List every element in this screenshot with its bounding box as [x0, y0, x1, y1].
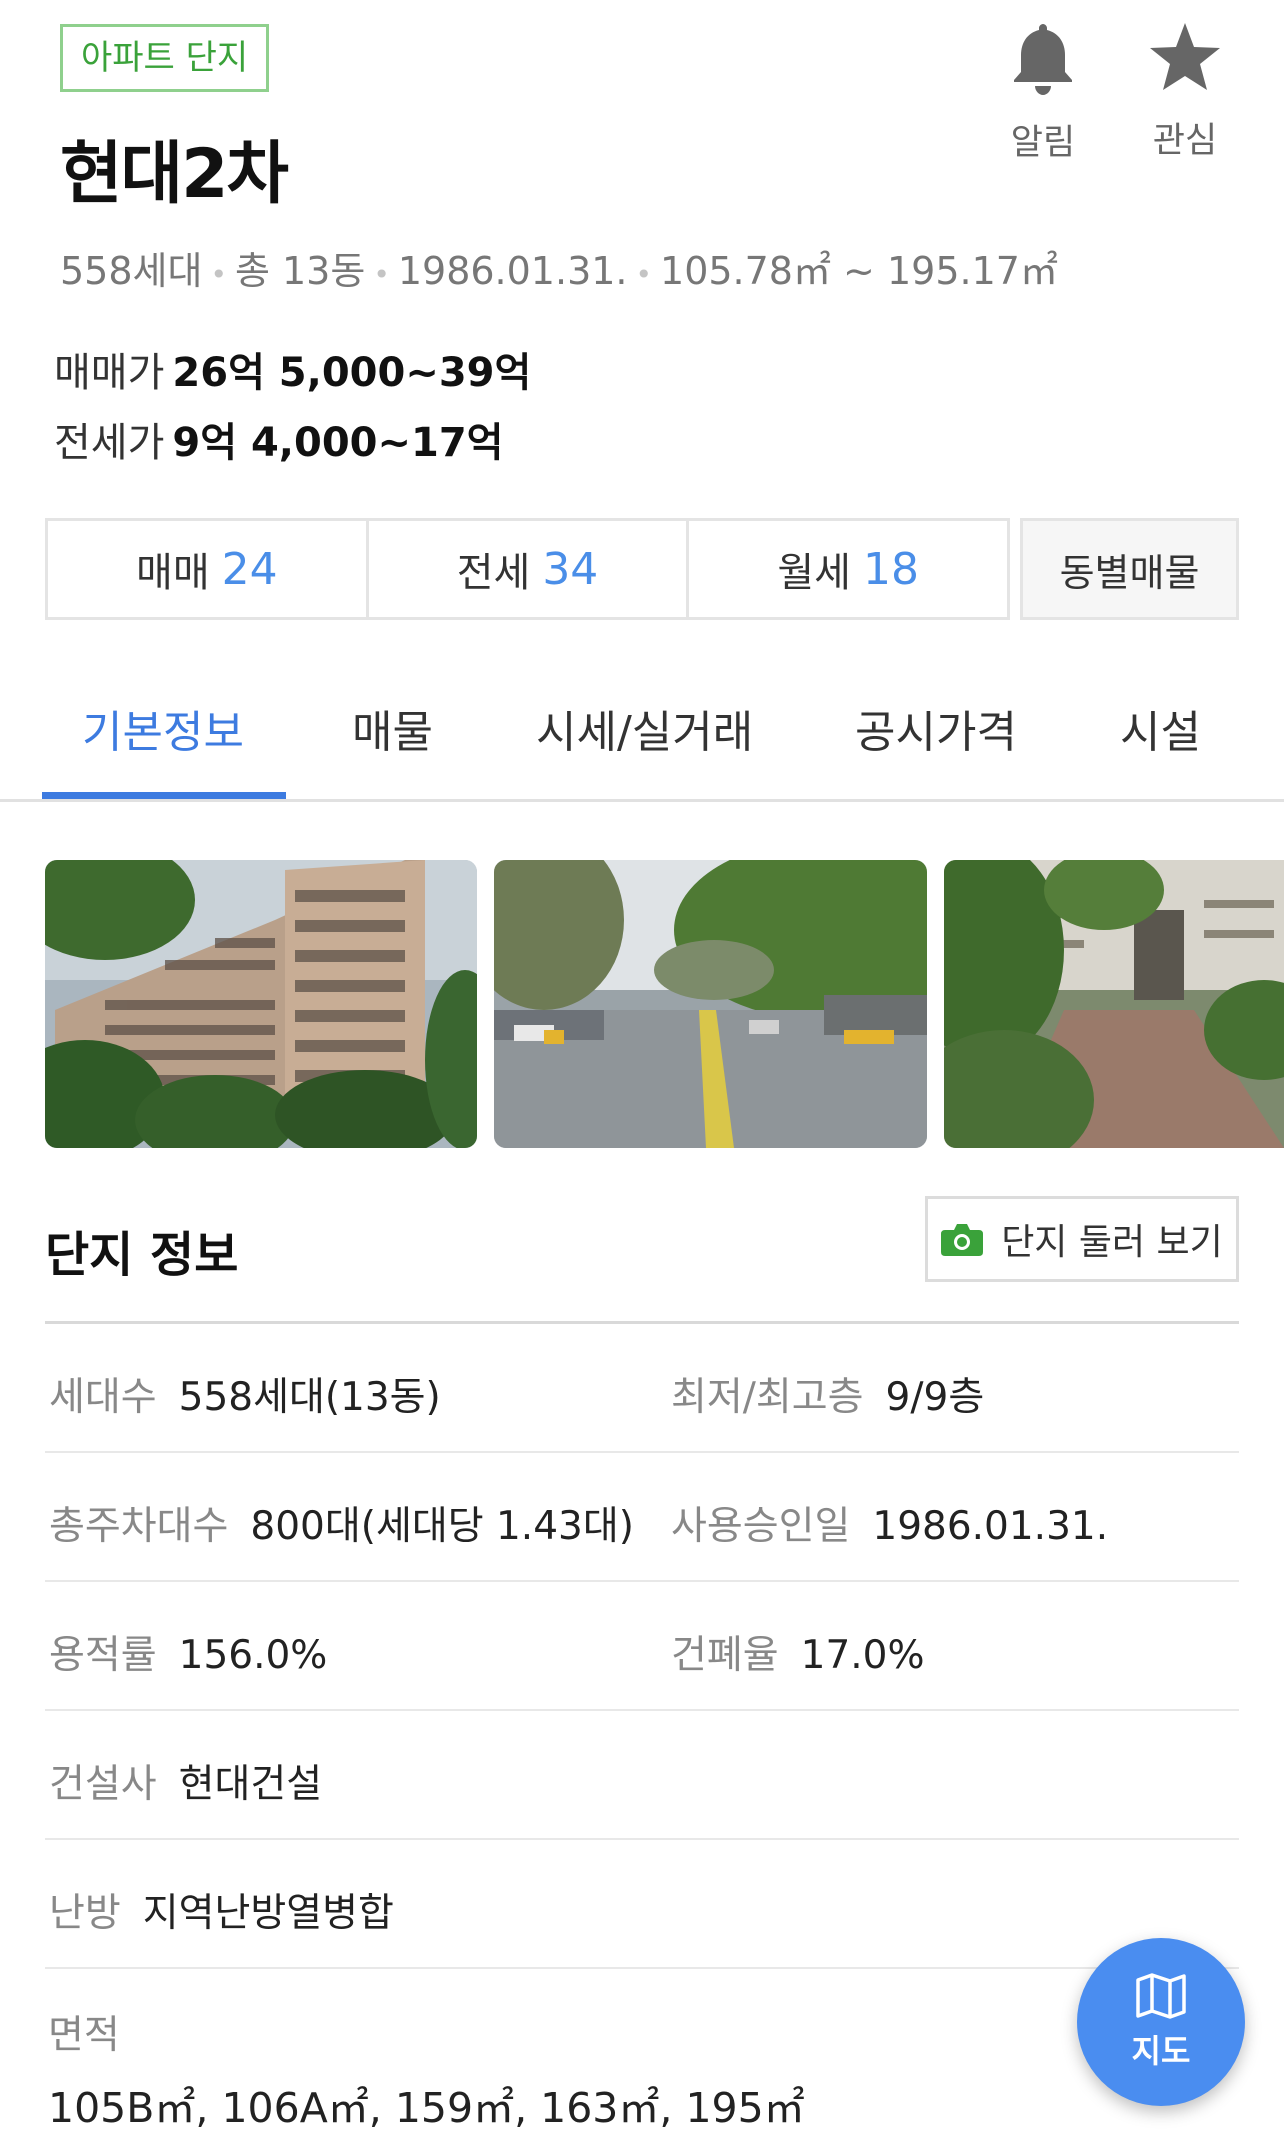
info-row: 건설사 현대건설	[45, 1711, 1239, 1840]
camera-icon	[941, 1224, 984, 1256]
deal-tab-label: 월세	[777, 550, 851, 596]
info-value: 17.0%	[800, 1633, 925, 1678]
info-floors: 최저/최고층 9/9층	[671, 1366, 984, 1422]
info-area-label: 면적	[48, 2013, 120, 2058]
sale-price: 매매가 26억 5,000~39억	[54, 340, 531, 398]
property-type-badge: 아파트 단지	[60, 24, 270, 92]
info-key: 최저/최고층	[671, 1375, 864, 1420]
separator-dot: •	[210, 258, 227, 291]
lease-price-value: 9억 4,000~17억	[172, 420, 504, 466]
listings-by-building-button[interactable]: 동별매물	[1020, 518, 1239, 620]
map-button-label: 지도	[1131, 2032, 1191, 2070]
info-row: 용적률 156.0% 건폐율 17.0%	[45, 1582, 1239, 1711]
info-key: 세대수	[49, 1375, 157, 1420]
complex-photo-building[interactable]	[45, 860, 477, 1148]
lease-price: 전세가 9억 4,000~17억	[54, 410, 503, 468]
info-heating: 난방 지역난방열병합	[49, 1882, 394, 1938]
walkway-photo	[944, 860, 1284, 1148]
complex-info-heading: 단지 정보	[45, 1227, 239, 1283]
tab-basic-info[interactable]: 기본정보	[82, 696, 244, 760]
complex-photo-entrance-road[interactable]	[494, 860, 927, 1148]
info-area-value: 105B㎡, 106A㎡, 159㎡, 163㎡, 195㎡	[48, 2084, 805, 2131]
info-key: 건폐율	[671, 1633, 779, 1678]
section-nav-tabs: 기본정보 매물 시세/실거래 공시가격 시설	[0, 670, 1284, 802]
star-icon	[1150, 23, 1220, 90]
deal-tab-count: 24	[221, 543, 278, 595]
info-row: 총주차대수 800대(세대당 1.43대) 사용승인일 1986.01.31.	[45, 1453, 1239, 1582]
tab-official-price[interactable]: 공시가격	[855, 696, 1017, 760]
deal-tab-count: 18	[862, 543, 919, 595]
favorite-label: 관심	[1152, 121, 1218, 161]
favorite-button[interactable]: 관심	[1130, 20, 1240, 163]
bell-icon	[1014, 24, 1072, 95]
tab-price-transactions[interactable]: 시세/실거래	[536, 696, 753, 760]
sale-price-value: 26억 5,000~39억	[172, 350, 532, 396]
deal-tab-count: 34	[542, 543, 599, 595]
summary-households: 558세대	[60, 249, 203, 293]
info-builder: 건설사 현대건설	[49, 1753, 322, 1809]
info-value: 800대(세대당 1.43대)	[250, 1504, 634, 1549]
map-button[interactable]: 지도	[1077, 1938, 1245, 2106]
road-photo	[494, 860, 927, 1148]
info-households: 세대수 558세대(13동)	[49, 1366, 441, 1422]
info-row: 난방 지역난방열병합	[45, 1840, 1239, 1969]
complex-tour-button[interactable]: 단지 둘러 보기	[925, 1196, 1239, 1282]
complex-tour-label: 단지 둘러 보기	[1001, 1222, 1223, 1263]
summary-area-range: 105.78㎡ ~ 195.17㎡	[660, 249, 1058, 293]
deal-type-tabs: 매매 24 전세 34 월세 18	[45, 518, 1010, 620]
info-key: 난방	[49, 1891, 121, 1936]
separator-dot: •	[635, 258, 653, 291]
info-approval-date: 사용승인일 1986.01.31.	[671, 1495, 1108, 1551]
info-parking: 총주차대수 800대(세대당 1.43대)	[49, 1495, 634, 1551]
info-value: 558세대(13동)	[178, 1375, 441, 1420]
deal-tab-lease[interactable]: 전세 34	[369, 521, 690, 617]
info-value: 지역난방열병합	[142, 1891, 394, 1936]
alarm-label: 알림	[1010, 123, 1076, 163]
building-photo	[45, 860, 477, 1148]
info-value: 9/9층	[885, 1375, 985, 1420]
alarm-button[interactable]: 알림	[988, 20, 1098, 165]
deal-tab-label: 매매	[136, 550, 210, 596]
tab-facilities[interactable]: 시설	[1120, 696, 1201, 760]
sale-price-label: 매매가	[54, 350, 165, 396]
deal-tab-sale[interactable]: 매매 24	[48, 521, 369, 617]
info-key: 사용승인일	[671, 1504, 851, 1549]
info-building-coverage: 건폐율 17.0%	[671, 1624, 925, 1680]
info-key: 건설사	[49, 1762, 157, 1807]
info-key: 총주차대수	[49, 1504, 229, 1549]
complex-title: 현대2차	[60, 135, 289, 214]
info-floor-area-ratio: 용적률 156.0%	[49, 1624, 327, 1680]
info-value: 156.0%	[178, 1633, 328, 1678]
active-tab-indicator	[42, 792, 286, 799]
info-key: 용적률	[49, 1633, 157, 1678]
separator-dot: •	[373, 258, 390, 291]
summary-buildings: 총 13동	[234, 249, 366, 293]
tab-listings[interactable]: 매물	[352, 696, 433, 760]
info-row: 세대수 558세대(13동) 최저/최고층 9/9층	[45, 1324, 1239, 1453]
deal-tab-monthly[interactable]: 월세 18	[689, 521, 1007, 617]
summary-approval-date: 1986.01.31.	[397, 249, 628, 293]
info-value: 1986.01.31.	[872, 1504, 1109, 1549]
complex-summary: 558세대 • 총 13동 • 1986.01.31. • 105.78㎡ ~ 195.17…	[60, 240, 1058, 295]
map-icon	[1136, 1973, 1186, 2019]
info-value: 현대건설	[178, 1762, 323, 1807]
deal-tab-label: 전세	[456, 550, 531, 596]
lease-price-label: 전세가	[54, 420, 165, 466]
complex-photo-walkway[interactable]	[944, 860, 1284, 1148]
